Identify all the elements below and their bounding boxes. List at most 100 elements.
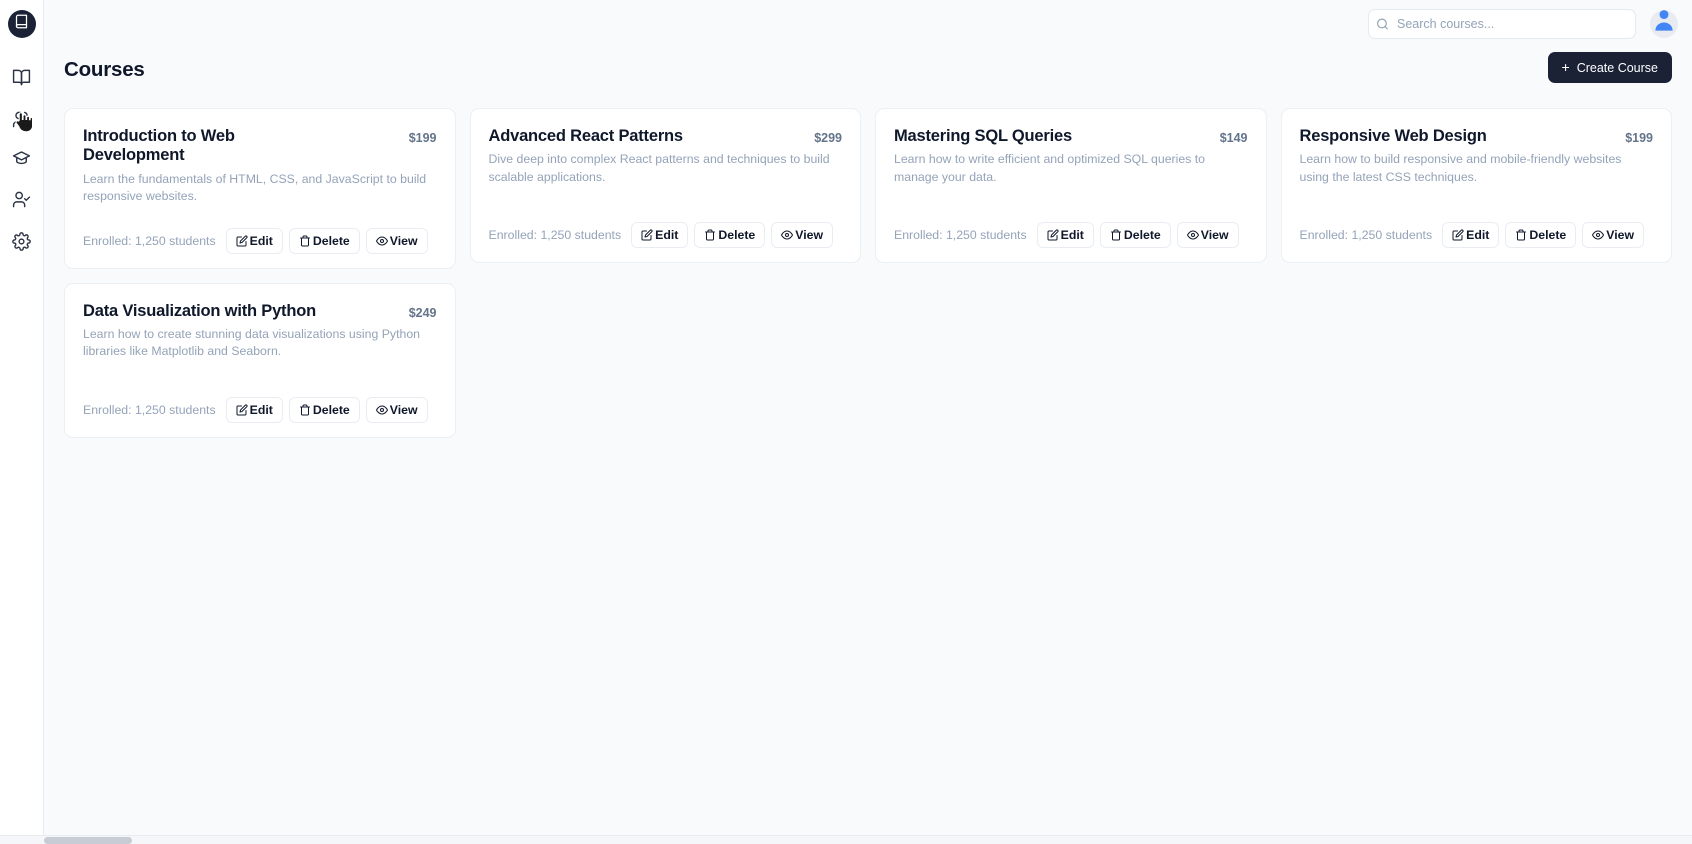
course-grid: Introduction to Web Development $199 Lea… — [44, 98, 1692, 458]
course-card[interactable]: Mastering SQL Queries $149 Learn how to … — [875, 108, 1267, 263]
user-avatar-icon — [1650, 10, 1678, 38]
course-card[interactable]: Responsive Web Design $199 Learn how to … — [1280, 108, 1672, 263]
course-description: Learn how to build responsive and mobile… — [1299, 152, 1622, 184]
card-footer: Enrolled: 1,250 students Edit Delete Vie… — [83, 375, 437, 423]
page-title: Courses — [64, 58, 145, 81]
delete-button[interactable]: Delete — [1505, 222, 1577, 248]
topbar — [44, 0, 1692, 48]
edit-button[interactable]: Edit — [1442, 222, 1500, 248]
trash-icon — [704, 229, 716, 241]
edit-button[interactable]: Edit — [1036, 222, 1094, 248]
view-label: View — [795, 228, 824, 242]
eye-icon — [1592, 229, 1605, 241]
avatar[interactable] — [1650, 10, 1678, 38]
view-button[interactable]: View — [1176, 222, 1239, 248]
view-label: View — [1200, 228, 1229, 242]
square-pen-icon — [236, 403, 248, 416]
eye-icon — [781, 229, 794, 241]
card-header: Data Visualization with Python $249 — [83, 302, 437, 321]
view-label: View — [1606, 228, 1635, 242]
delete-label: Delete — [312, 402, 350, 417]
course-title: Data Visualization with Python — [83, 301, 316, 320]
delete-label: Delete — [1529, 228, 1567, 242]
card-footer: Enrolled: 1,250 students Edit Delete Vie… — [489, 200, 843, 248]
card-footer: Enrolled: 1,250 students Edit Delete Vie… — [83, 206, 437, 254]
create-course-button[interactable]: + Create Course — [1547, 52, 1672, 83]
course-card[interactable]: Data Visualization with Python $249 Lear… — [64, 282, 456, 438]
course-description: Dive deep into complex React patterns an… — [488, 152, 830, 184]
sidebar-item-settings[interactable] — [5, 224, 39, 258]
view-button[interactable]: View — [1582, 222, 1645, 248]
course-title: Introduction to Web Development — [83, 127, 235, 165]
sidebar-item-students[interactable] — [5, 102, 39, 136]
card-header: Mastering SQL Queries $149 — [894, 127, 1248, 146]
delete-label: Delete — [312, 233, 350, 248]
enrolled-count: Enrolled: 1,250 students — [83, 402, 216, 417]
book-logo-icon — [14, 14, 29, 34]
view-label: View — [389, 402, 418, 417]
user-check-icon — [12, 190, 31, 209]
delete-label: Delete — [718, 228, 756, 242]
square-pen-icon — [1452, 229, 1464, 241]
sidebar-item-attendance[interactable] — [5, 182, 39, 216]
edit-label: Edit — [249, 402, 273, 417]
course-title: Mastering SQL Queries — [894, 127, 1072, 145]
square-pen-icon — [641, 229, 653, 241]
delete-button[interactable]: Delete — [288, 227, 360, 254]
eye-icon — [1186, 229, 1199, 241]
page-header: Courses + Create Course — [44, 48, 1692, 98]
search-input[interactable] — [1368, 9, 1636, 39]
trash-icon — [299, 404, 311, 416]
edit-button[interactable]: Edit — [225, 227, 283, 254]
horizontal-scrollbar[interactable] — [0, 835, 1692, 844]
edit-label: Edit — [1060, 228, 1084, 242]
course-price: $199 — [1625, 131, 1653, 145]
app-root: Courses + Create Course Introduction to … — [0, 0, 1692, 844]
course-price: $149 — [1219, 131, 1248, 145]
scrollbar-thumb[interactable] — [44, 837, 132, 844]
gear-icon — [12, 231, 31, 251]
app-logo[interactable] — [7, 10, 36, 38]
edit-button[interactable]: Edit — [631, 222, 689, 248]
edit-button[interactable]: Edit — [225, 396, 283, 423]
course-description: Learn how to write efficient and optimiz… — [894, 152, 1206, 184]
enrolled-count: Enrolled: 1,250 students — [1299, 228, 1433, 242]
course-card[interactable]: Introduction to Web Development $199 Lea… — [64, 108, 456, 269]
view-button[interactable]: View — [365, 396, 428, 423]
course-description: Learn the fundamentals of HTML, CSS, and… — [83, 171, 427, 204]
book-open-icon — [12, 68, 31, 87]
users-icon — [12, 110, 31, 129]
sidebar-item-grades[interactable] — [5, 140, 39, 174]
delete-button[interactable]: Delete — [288, 396, 360, 423]
trash-icon — [1515, 229, 1527, 241]
card-header: Responsive Web Design $199 — [1300, 127, 1654, 146]
course-price: $299 — [814, 131, 842, 145]
edit-label: Edit — [249, 233, 273, 248]
edit-label: Edit — [655, 228, 679, 242]
square-pen-icon — [1047, 229, 1059, 241]
card-footer: Enrolled: 1,250 students Edit Delete Vie… — [1300, 200, 1654, 248]
course-card[interactable]: Advanced React Patterns $299 Dive deep i… — [469, 108, 861, 263]
course-title: Advanced React Patterns — [488, 127, 684, 145]
enrolled-count: Enrolled: 1,250 students — [488, 228, 622, 242]
view-button[interactable]: View — [771, 222, 834, 248]
square-pen-icon — [236, 234, 248, 247]
search-container — [1368, 9, 1636, 39]
card-header: Advanced React Patterns $299 — [489, 127, 843, 146]
plus-icon: + — [1561, 59, 1570, 75]
sidebar — [0, 0, 44, 844]
delete-button[interactable]: Delete — [694, 222, 766, 248]
create-course-label: Create Course — [1576, 60, 1658, 75]
main-content: Courses + Create Course Introduction to … — [44, 0, 1692, 844]
course-price: $249 — [408, 305, 437, 320]
delete-label: Delete — [1123, 228, 1161, 242]
enrolled-count: Enrolled: 1,250 students — [894, 228, 1027, 242]
delete-button[interactable]: Delete — [1099, 222, 1171, 248]
enrolled-count: Enrolled: 1,250 students — [83, 233, 216, 248]
card-footer: Enrolled: 1,250 students Edit Delete Vie… — [894, 200, 1248, 248]
view-label: View — [389, 233, 418, 248]
eye-icon — [375, 235, 388, 247]
edit-label: Edit — [1466, 228, 1490, 242]
view-button[interactable]: View — [365, 227, 428, 254]
sidebar-item-courses[interactable] — [5, 60, 39, 94]
